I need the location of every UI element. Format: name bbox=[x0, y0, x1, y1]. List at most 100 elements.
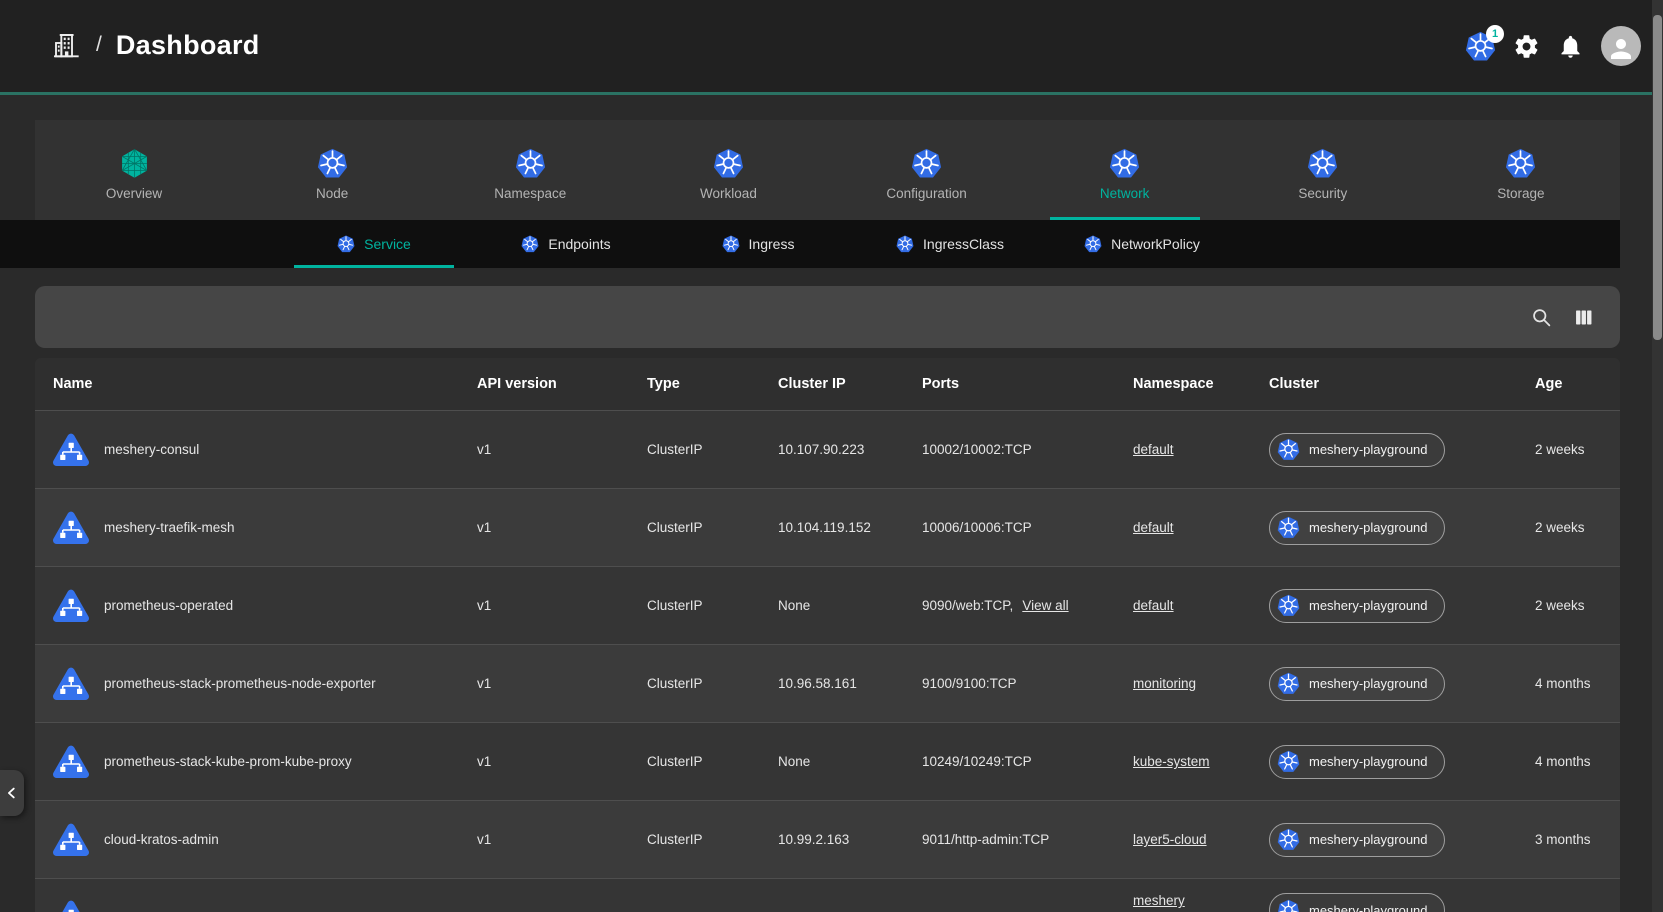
cluster-ip-value: 10.99.2.163 bbox=[778, 832, 922, 847]
column-header-ports[interactable]: Ports bbox=[922, 376, 1133, 392]
table-row[interactable]: meshery-consul v1 ClusterIP 10.107.90.22… bbox=[35, 410, 1620, 488]
tab-node[interactable]: Node bbox=[233, 120, 431, 220]
scrollbar-thumb[interactable] bbox=[1653, 15, 1662, 340]
type-value: ClusterIP bbox=[647, 832, 778, 847]
person-icon bbox=[1606, 34, 1636, 64]
namespace-link[interactable]: monitoring bbox=[1133, 676, 1196, 691]
cluster-name: meshery-playground bbox=[1309, 676, 1428, 691]
tab-workload[interactable]: Workload bbox=[629, 120, 827, 220]
tab-storage[interactable]: Storage bbox=[1422, 120, 1620, 220]
cluster-chip[interactable]: meshery-playground bbox=[1269, 433, 1445, 467]
kubernetes-icon bbox=[1277, 594, 1300, 617]
tab-label: Workload bbox=[700, 186, 757, 201]
column-header-namespace[interactable]: Namespace bbox=[1133, 376, 1269, 392]
view-columns-icon[interactable] bbox=[1573, 307, 1594, 328]
ports-value: 9100/9100:TCP bbox=[922, 676, 1017, 691]
cluster-name: meshery-playground bbox=[1309, 520, 1428, 535]
column-header-cluster-ip[interactable]: Cluster IP bbox=[778, 376, 922, 392]
service-name: meshery-consul bbox=[104, 442, 199, 457]
tab-security[interactable]: Security bbox=[1224, 120, 1422, 220]
cluster-chip[interactable]: meshery-playground bbox=[1269, 893, 1445, 912]
namespace-link[interactable]: layer5-cloud bbox=[1133, 832, 1207, 847]
context-count-badge: 1 bbox=[1486, 25, 1504, 43]
age-value: 4 months bbox=[1535, 676, 1620, 691]
table-toolbar bbox=[35, 286, 1620, 348]
service-name: meshery-traefik-mesh bbox=[104, 520, 235, 535]
tab-label: Node bbox=[316, 186, 348, 201]
tab-namespace[interactable]: Namespace bbox=[431, 120, 629, 220]
ports-value: 10002/10002:TCP bbox=[922, 442, 1032, 457]
selected-subtab-underline bbox=[294, 265, 454, 268]
header-accent-divider bbox=[0, 92, 1652, 95]
table-row[interactable]: meshery meshery-playground bbox=[35, 878, 1620, 912]
service-name: prometheus-operated bbox=[104, 598, 233, 613]
column-header-api-version[interactable]: API version bbox=[477, 376, 647, 392]
subtab-networkpolicy[interactable]: NetworkPolicy bbox=[1046, 220, 1238, 268]
column-header-name[interactable]: Name bbox=[35, 376, 477, 392]
header-actions: 1 bbox=[1465, 0, 1641, 92]
search-icon[interactable] bbox=[1531, 307, 1552, 328]
ports-value: 10006/10006:TCP bbox=[922, 520, 1032, 535]
cluster-name: meshery-playground bbox=[1309, 832, 1428, 847]
table-row[interactable]: prometheus-stack-kube-prom-kube-proxy v1… bbox=[35, 722, 1620, 800]
table-row[interactable]: meshery-traefik-mesh v1 ClusterIP 10.104… bbox=[35, 488, 1620, 566]
kubernetes-icon bbox=[1277, 672, 1300, 695]
cluster-chip[interactable]: meshery-playground bbox=[1269, 745, 1445, 779]
kubernetes-icon bbox=[1277, 750, 1300, 773]
subtab-endpoints[interactable]: Endpoints bbox=[470, 220, 662, 268]
namespace-link[interactable]: default bbox=[1133, 442, 1174, 457]
api-version-value: v1 bbox=[477, 832, 647, 847]
api-version-value: v1 bbox=[477, 676, 647, 691]
subtab-label: NetworkPolicy bbox=[1111, 236, 1200, 252]
cluster-name: meshery-playground bbox=[1309, 903, 1428, 912]
settings-gear-icon[interactable] bbox=[1513, 33, 1540, 60]
age-value: 4 months bbox=[1535, 754, 1620, 769]
column-header-cluster[interactable]: Cluster bbox=[1269, 376, 1535, 392]
sidebar-collapse-toggle[interactable] bbox=[0, 770, 24, 816]
tab-label: Network bbox=[1100, 186, 1150, 201]
subtab-service[interactable]: Service bbox=[278, 220, 470, 268]
kubernetes-icon bbox=[1109, 148, 1140, 179]
kubernetes-context-button[interactable]: 1 bbox=[1465, 31, 1496, 62]
age-value: 2 weeks bbox=[1535, 520, 1620, 535]
cluster-chip[interactable]: meshery-playground bbox=[1269, 667, 1445, 701]
subtab-ingress[interactable]: Ingress bbox=[662, 220, 854, 268]
cluster-chip[interactable]: meshery-playground bbox=[1269, 823, 1445, 857]
kubernetes-icon bbox=[337, 235, 355, 253]
notifications-bell-icon[interactable] bbox=[1557, 33, 1584, 60]
namespace-link[interactable]: default bbox=[1133, 520, 1174, 535]
service-icon bbox=[51, 586, 91, 626]
service-icon bbox=[51, 430, 91, 470]
tab-overview[interactable]: Overview bbox=[35, 120, 233, 220]
page-scrollbar[interactable] bbox=[1652, 0, 1663, 912]
cluster-ip-value: None bbox=[778, 598, 922, 613]
ports-value: 9090/web:TCP, bbox=[922, 598, 1013, 613]
column-header-type[interactable]: Type bbox=[647, 376, 778, 392]
tab-configuration[interactable]: Configuration bbox=[828, 120, 1026, 220]
table-row[interactable]: prometheus-operated v1 ClusterIP None 90… bbox=[35, 566, 1620, 644]
type-value: ClusterIP bbox=[647, 598, 778, 613]
kubernetes-icon bbox=[722, 235, 740, 253]
tab-label: Security bbox=[1298, 186, 1347, 201]
table-row[interactable]: cloud-kratos-admin v1 ClusterIP 10.99.2.… bbox=[35, 800, 1620, 878]
breadcrumb-separator: / bbox=[96, 33, 102, 57]
table-row[interactable]: prometheus-stack-prometheus-node-exporte… bbox=[35, 644, 1620, 722]
namespace-link[interactable]: meshery bbox=[1133, 893, 1185, 908]
age-value: 2 weeks bbox=[1535, 598, 1620, 613]
view-all-ports-link[interactable]: View all bbox=[1022, 598, 1068, 613]
tab-network[interactable]: Network bbox=[1026, 120, 1224, 220]
service-icon bbox=[51, 508, 91, 548]
cluster-chip[interactable]: meshery-playground bbox=[1269, 511, 1445, 545]
column-header-age[interactable]: Age bbox=[1535, 376, 1620, 392]
namespace-link[interactable]: kube-system bbox=[1133, 754, 1210, 769]
subtab-ingressclass[interactable]: IngressClass bbox=[854, 220, 1046, 268]
subtab-label: Endpoints bbox=[548, 236, 610, 252]
organization-building-icon[interactable] bbox=[50, 28, 82, 62]
page-title: Dashboard bbox=[116, 30, 260, 61]
user-avatar[interactable] bbox=[1601, 26, 1641, 66]
kubernetes-icon bbox=[1277, 899, 1300, 912]
cluster-chip[interactable]: meshery-playground bbox=[1269, 589, 1445, 623]
type-value: ClusterIP bbox=[647, 442, 778, 457]
cluster-ip-value: 10.107.90.223 bbox=[778, 442, 922, 457]
namespace-link[interactable]: default bbox=[1133, 598, 1174, 613]
